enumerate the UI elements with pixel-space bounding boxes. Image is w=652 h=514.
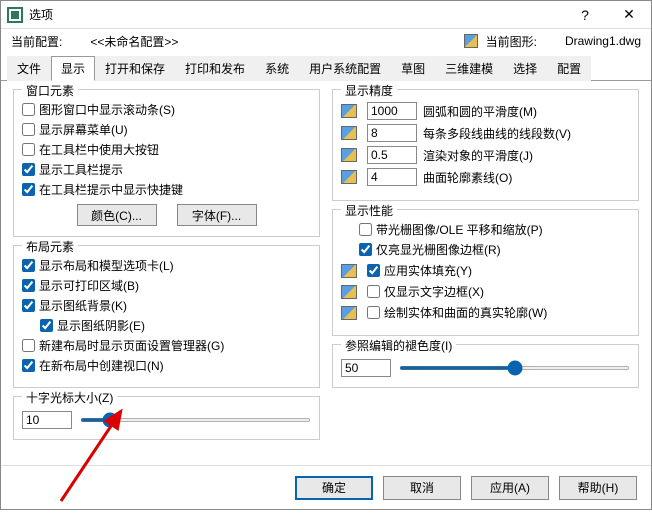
help-button[interactable]: ? (563, 1, 607, 29)
tooltips-checkbox[interactable]: 显示工具栏提示 (22, 161, 311, 178)
fade-title: 参照编辑的褪色度(I) (341, 337, 456, 354)
current-drawing-value: Drawing1.dwg (565, 34, 641, 48)
fade-slider[interactable] (399, 366, 630, 370)
fade-group: 参照编辑的褪色度(I) (332, 344, 639, 388)
precision-icon (341, 104, 357, 118)
scrollbars-checkbox[interactable]: 图形窗口中显示滚动条(S) (22, 101, 311, 118)
precision-icon (341, 170, 357, 184)
close-button[interactable]: ✕ (607, 1, 651, 29)
color-button[interactable]: 颜色(C)... (77, 204, 157, 226)
crosshair-group: 十字光标大小(Z) (13, 396, 320, 440)
tab-display[interactable]: 显示 (51, 56, 95, 81)
precision-title: 显示精度 (341, 82, 397, 99)
precision-icon (341, 126, 357, 140)
performance-group: 显示性能 带光栅图像/OLE 平移和缩放(P) 仅亮显光栅图像边框(R) 应用实… (332, 209, 639, 336)
precision-icon (341, 148, 357, 162)
config-info-row: 当前配置: <<未命名配置>> 当前图形: Drawing1.dwg (1, 29, 651, 53)
solid-fill-checkbox[interactable]: 应用实体填充(Y) (367, 262, 472, 279)
drawing-icon (464, 34, 478, 48)
apply-button[interactable]: 应用(A) (471, 476, 549, 500)
tab-file[interactable]: 文件 (7, 56, 51, 81)
current-drawing-label: 当前图形: (486, 33, 537, 50)
crosshair-input[interactable] (22, 411, 72, 429)
layout-tabs-checkbox[interactable]: 显示布局和模型选项卡(L) (22, 257, 311, 274)
options-dialog: 选项 ? ✕ 当前配置: <<未命名配置>> 当前图形: Drawing1.dw… (0, 0, 652, 510)
tab-profile[interactable]: 配置 (547, 56, 591, 81)
fade-input[interactable] (341, 359, 391, 377)
tab-system[interactable]: 系统 (255, 56, 299, 81)
paper-bg-checkbox[interactable]: 显示图纸背景(K) (22, 297, 311, 314)
viewport-checkbox[interactable]: 在新布局中创建视口(N) (22, 357, 311, 374)
current-config-value: <<未命名配置>> (90, 33, 178, 50)
font-button[interactable]: 字体(F)... (177, 204, 257, 226)
segments-input[interactable] (367, 124, 417, 142)
screen-menu-checkbox[interactable]: 显示屏幕菜单(U) (22, 121, 311, 138)
tab-open-save[interactable]: 打开和保存 (95, 56, 175, 81)
contour-input[interactable] (367, 168, 417, 186)
raster-highlight-checkbox[interactable]: 仅亮显光栅图像边框(R) (359, 241, 630, 258)
contour-label: 曲面轮廓素线(O) (423, 169, 630, 186)
layout-elements-title: 布局元素 (22, 238, 78, 255)
dialog-title: 选项 (29, 6, 563, 23)
tab-print[interactable]: 打印和发布 (175, 56, 255, 81)
tab-3d[interactable]: 三维建模 (435, 56, 503, 81)
shortcuts-checkbox[interactable]: 在工具栏提示中显示快捷键 (22, 181, 311, 198)
raster-pan-checkbox[interactable]: 带光栅图像/OLE 平移和缩放(P) (359, 221, 630, 238)
tab-draft[interactable]: 草图 (391, 56, 435, 81)
silhouette-checkbox[interactable]: 绘制实体和曲面的真实轮廓(W) (367, 304, 547, 321)
crosshair-title: 十字光标大小(Z) (22, 389, 117, 406)
precision-group: 显示精度 圆弧和圆的平滑度(M) 每条多段线曲线的线段数(V) 渲染对象的平滑度… (332, 89, 639, 201)
window-elements-group: 窗口元素 图形窗口中显示滚动条(S) 显示屏幕菜单(U) 在工具栏中使用大按钮 … (13, 89, 320, 237)
right-column: 显示精度 圆弧和圆的平滑度(M) 每条多段线曲线的线段数(V) 渲染对象的平滑度… (332, 89, 639, 457)
page-setup-checkbox[interactable]: 新建布局时显示页面设置管理器(G) (22, 337, 311, 354)
tab-bar: 文件 显示 打开和保存 打印和发布 系统 用户系统配置 草图 三维建模 选择 配… (1, 55, 651, 81)
printable-area-checkbox[interactable]: 显示可打印区域(B) (22, 277, 311, 294)
crosshair-slider[interactable] (80, 418, 311, 422)
perf-icon (341, 285, 357, 299)
left-column: 窗口元素 图形窗口中显示滚动条(S) 显示屏幕菜单(U) 在工具栏中使用大按钮 … (13, 89, 320, 457)
content-area: 窗口元素 图形窗口中显示滚动条(S) 显示屏幕菜单(U) 在工具栏中使用大按钮 … (1, 81, 651, 465)
app-icon (7, 7, 23, 23)
performance-title: 显示性能 (341, 202, 397, 219)
ok-button[interactable]: 确定 (295, 476, 373, 500)
arc-smooth-label: 圆弧和圆的平滑度(M) (423, 103, 630, 120)
current-config-label: 当前配置: (11, 33, 62, 50)
layout-elements-group: 布局元素 显示布局和模型选项卡(L) 显示可打印区域(B) 显示图纸背景(K) … (13, 245, 320, 388)
dialog-footer: 确定 取消 应用(A) 帮助(H) (1, 465, 651, 509)
cancel-button[interactable]: 取消 (383, 476, 461, 500)
paper-shadow-checkbox[interactable]: 显示图纸阴影(E) (40, 317, 311, 334)
titlebar: 选项 ? ✕ (1, 1, 651, 29)
help-button[interactable]: 帮助(H) (559, 476, 637, 500)
segments-label: 每条多段线曲线的线段数(V) (423, 125, 630, 142)
perf-icon (341, 306, 357, 320)
text-frame-checkbox[interactable]: 仅显示文字边框(X) (367, 283, 484, 300)
tab-user[interactable]: 用户系统配置 (299, 56, 391, 81)
render-smooth-input[interactable] (367, 146, 417, 164)
render-smooth-label: 渲染对象的平滑度(J) (423, 147, 630, 164)
tab-select[interactable]: 选择 (503, 56, 547, 81)
window-elements-title: 窗口元素 (22, 82, 78, 99)
perf-icon (341, 264, 357, 278)
arc-smooth-input[interactable] (367, 102, 417, 120)
large-buttons-checkbox[interactable]: 在工具栏中使用大按钮 (22, 141, 311, 158)
